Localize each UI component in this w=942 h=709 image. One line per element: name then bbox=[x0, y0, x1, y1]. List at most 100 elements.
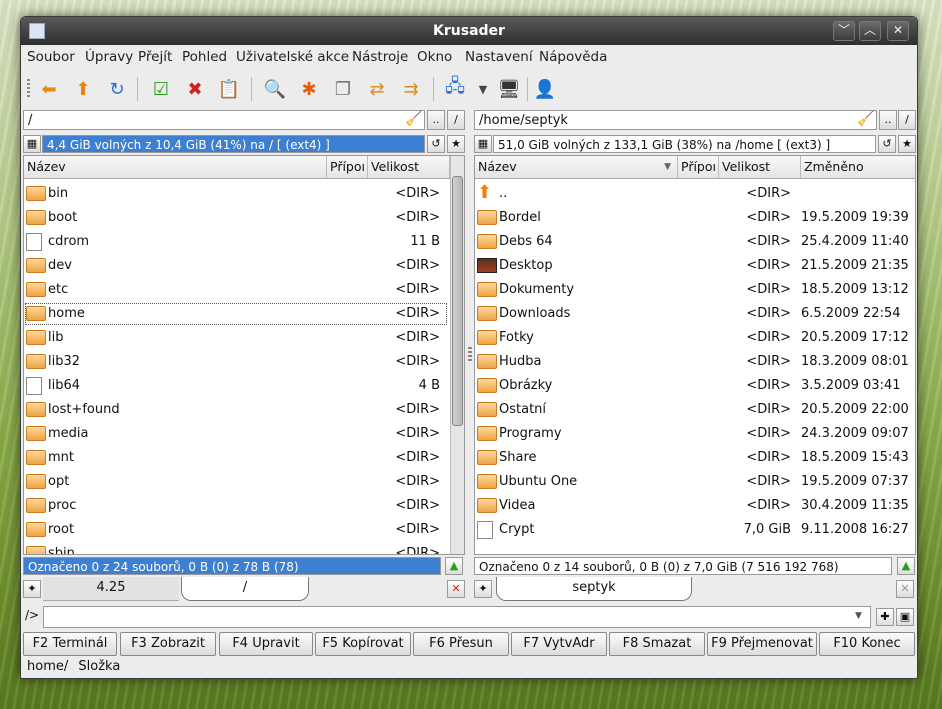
left-parent-button[interactable]: .. bbox=[427, 110, 445, 130]
history-icon[interactable]: ↺ bbox=[427, 135, 445, 153]
compare-icon[interactable]: 📋 bbox=[217, 77, 241, 101]
tab-4-25[interactable]: 4.25 bbox=[43, 577, 179, 601]
close-button[interactable]: ✕ bbox=[887, 21, 909, 41]
file-row[interactable]: Bordel <DIR> 19.5.2009 19:39 bbox=[475, 206, 915, 230]
file-row[interactable]: Programy <DIR> 24.3.2009 09:07 bbox=[475, 422, 915, 446]
chevron-down-icon[interactable]: ▼ bbox=[855, 611, 862, 621]
media-icon[interactable]: ▦ bbox=[474, 135, 492, 153]
right-file-list[interactable]: Název ▼ Přípoı Velikost Změněno ⬆.. <DIR> B… bbox=[474, 155, 916, 555]
column-name[interactable]: Název bbox=[24, 156, 327, 178]
file-row[interactable]: root <DIR> bbox=[24, 518, 448, 542]
f7-mkdir-button[interactable]: F7 VytvAdr bbox=[511, 632, 607, 656]
file-row[interactable]: Hudba <DIR> 18.3.2009 08:01 bbox=[475, 350, 915, 374]
clear-icon[interactable]: 🧹 bbox=[857, 111, 874, 127]
f2-terminal-button[interactable]: F2 Terminál bbox=[23, 632, 117, 656]
select-icon[interactable]: ☑ bbox=[149, 77, 173, 101]
terminal-icon[interactable]: ▣ bbox=[896, 608, 914, 626]
column-extension[interactable]: Přípoı bbox=[327, 156, 368, 178]
file-row[interactable]: home <DIR> bbox=[24, 302, 448, 326]
file-row[interactable]: Crypt 7,0 GiB 9.11.2008 16:27 bbox=[475, 518, 915, 542]
back-icon[interactable]: ⬅ bbox=[37, 77, 61, 101]
root-icon[interactable]: 👤 bbox=[533, 77, 557, 101]
file-row[interactable]: Dokumenty <DIR> 18.5.2009 13:12 bbox=[475, 278, 915, 302]
sync-icon[interactable]: ⇉ bbox=[399, 77, 423, 101]
file-row[interactable]: proc <DIR> bbox=[24, 494, 448, 518]
file-row[interactable]: Share <DIR> 18.5.2009 15:43 bbox=[475, 446, 915, 470]
close-tab-icon[interactable]: ✕ bbox=[447, 580, 465, 598]
file-row[interactable]: Fotky <DIR> 20.5.2009 17:12 bbox=[475, 326, 915, 350]
f4-edit-button[interactable]: F4 Upravit bbox=[219, 632, 313, 656]
menu-nastroje[interactable]: Nástroje bbox=[352, 49, 408, 65]
f10-quit-button[interactable]: F10 Konec bbox=[819, 632, 915, 656]
menu-pohled[interactable]: Pohled bbox=[182, 49, 227, 65]
right-parent-button[interactable]: .. bbox=[879, 110, 897, 130]
menu-soubor[interactable]: Soubor bbox=[27, 49, 75, 65]
network-icon[interactable]: 🖧 bbox=[443, 76, 467, 101]
menu-napoveda[interactable]: Nápověda bbox=[539, 49, 607, 65]
left-scrollbar[interactable] bbox=[450, 156, 464, 554]
left-path-input[interactable]: / bbox=[23, 110, 425, 130]
new-icon[interactable]: ✱ bbox=[297, 77, 321, 101]
file-row[interactable]: Obrázky <DIR> 3.5.2009 03:41 bbox=[475, 374, 915, 398]
menu-nastaveni[interactable]: Nastavení bbox=[465, 49, 533, 65]
left-quickselect-icon[interactable]: ▲ bbox=[445, 557, 463, 575]
up-icon[interactable]: ⬆ bbox=[71, 77, 95, 101]
f8-delete-button[interactable]: F8 Smazat bbox=[609, 632, 705, 656]
f3-view-button[interactable]: F3 Zobrazit bbox=[120, 632, 216, 656]
left-file-list[interactable]: Název Přípoı Velikost bin <DIR> boot <DIR> c… bbox=[23, 155, 465, 555]
right-path-input[interactable]: /home/septyk bbox=[474, 110, 877, 130]
copy-icon[interactable]: ❐ bbox=[331, 77, 355, 101]
terminal-icon[interactable]: 🖥 bbox=[497, 77, 521, 101]
file-row[interactable]: lib <DIR> bbox=[24, 326, 448, 350]
file-row[interactable]: boot <DIR> bbox=[24, 206, 448, 230]
tab-root[interactable]: / bbox=[181, 577, 309, 601]
file-row[interactable]: lib64 4 B bbox=[24, 374, 448, 398]
close-tab-icon[interactable]: ✕ bbox=[896, 580, 914, 598]
bookmark-icon[interactable]: ★ bbox=[898, 135, 916, 153]
add-icon[interactable]: ✚ bbox=[876, 608, 894, 626]
menu-prejit[interactable]: Přejít bbox=[138, 49, 172, 65]
file-row[interactable]: ⬆.. <DIR> bbox=[475, 182, 915, 206]
left-scroll-thumb[interactable] bbox=[452, 176, 463, 426]
file-row[interactable]: Downloads <DIR> 6.5.2009 22:54 bbox=[475, 302, 915, 326]
menu-upravy[interactable]: Úpravy bbox=[85, 49, 133, 65]
search-icon[interactable]: 🔍 bbox=[263, 77, 287, 101]
f5-copy-button[interactable]: F5 Kopírovat bbox=[315, 632, 411, 656]
left-root-button[interactable]: / bbox=[447, 110, 465, 130]
file-row[interactable]: dev <DIR> bbox=[24, 254, 448, 278]
delete-icon[interactable]: ✖ bbox=[183, 77, 207, 101]
file-row[interactable]: sbin <DIR> bbox=[24, 542, 448, 554]
swap-icon[interactable]: ⇄ bbox=[365, 77, 389, 101]
command-input[interactable] bbox=[43, 606, 871, 628]
f9-rename-button[interactable]: F9 Přejmenovat bbox=[707, 632, 817, 656]
column-extension[interactable]: Přípoı bbox=[678, 156, 719, 178]
file-row[interactable]: Ubuntu One <DIR> 19.5.2009 07:37 bbox=[475, 470, 915, 494]
column-size[interactable]: Velikost bbox=[368, 156, 450, 178]
file-row[interactable]: lib32 <DIR> bbox=[24, 350, 448, 374]
column-size[interactable]: Velikost bbox=[719, 156, 801, 178]
column-name[interactable]: Název ▼ bbox=[475, 156, 678, 178]
file-row[interactable]: lost+found <DIR> bbox=[24, 398, 448, 422]
right-root-button[interactable]: / bbox=[898, 110, 916, 130]
refresh-icon[interactable]: ↻ bbox=[105, 77, 129, 101]
file-row[interactable]: media <DIR> bbox=[24, 422, 448, 446]
file-row[interactable]: opt <DIR> bbox=[24, 470, 448, 494]
menu-okno[interactable]: Okno bbox=[417, 49, 452, 65]
file-row[interactable]: cdrom 11 B bbox=[24, 230, 448, 254]
file-row[interactable]: mnt <DIR> bbox=[24, 446, 448, 470]
minimize-button[interactable]: ﹀ bbox=[833, 21, 855, 41]
menu-uzivatelske-akce[interactable]: Uživatelské akce bbox=[236, 49, 349, 65]
file-row[interactable]: Debs 64 <DIR> 25.4.2009 11:40 bbox=[475, 230, 915, 254]
file-row[interactable]: Ostatní <DIR> 20.5.2009 22:00 bbox=[475, 398, 915, 422]
new-tab-icon[interactable]: ✦ bbox=[23, 580, 41, 598]
toolbar-grip[interactable] bbox=[27, 79, 30, 99]
bookmark-icon[interactable]: ★ bbox=[447, 135, 465, 153]
maximize-button[interactable]: ︿ bbox=[859, 21, 881, 41]
file-row[interactable]: Videa <DIR> 30.4.2009 11:35 bbox=[475, 494, 915, 518]
column-modified[interactable]: Změněno bbox=[801, 156, 915, 178]
file-row[interactable]: bin <DIR> bbox=[24, 182, 448, 206]
chevron-down-icon[interactable]: ▼ bbox=[471, 77, 495, 101]
history-icon[interactable]: ↺ bbox=[878, 135, 896, 153]
right-quickselect-icon[interactable]: ▲ bbox=[897, 557, 915, 575]
media-icon[interactable]: ▦ bbox=[23, 135, 41, 153]
